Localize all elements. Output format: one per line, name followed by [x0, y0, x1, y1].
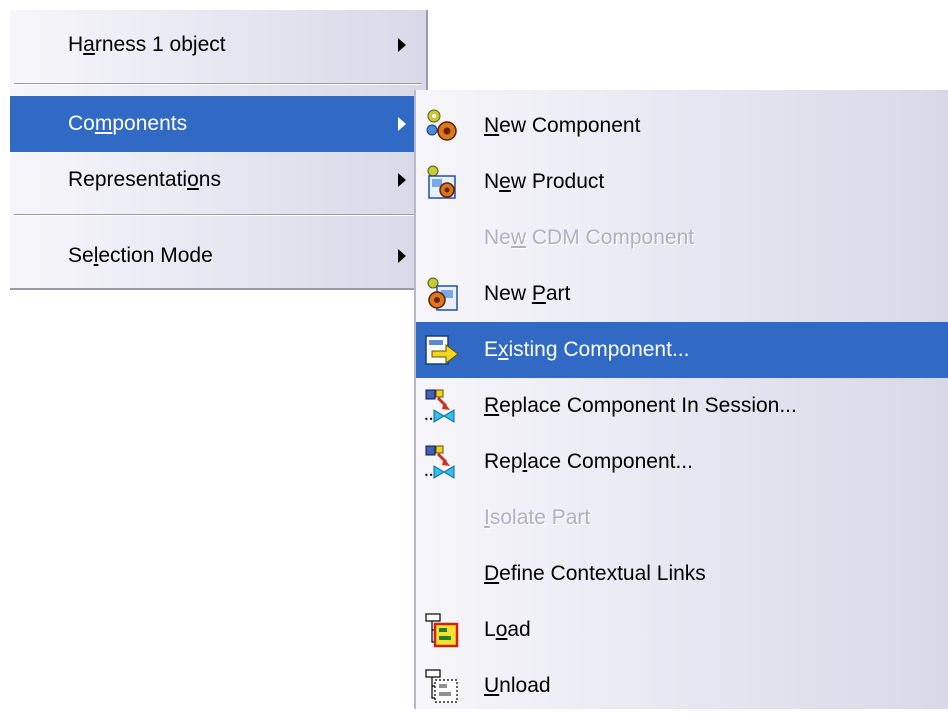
menu-item-label: New Part — [484, 282, 571, 305]
menu-item-label: Components — [68, 112, 188, 135]
submenu-arrow-icon — [398, 173, 406, 187]
new-part-icon — [427, 277, 458, 311]
submenu-arrow-icon — [398, 249, 406, 263]
menu-item-label: Isolate Part — [484, 506, 591, 529]
menu-item-label: New CDM Component — [484, 226, 695, 249]
existing-component-arrow-icon — [425, 335, 459, 365]
submenu-arrow-icon — [398, 38, 406, 52]
menu-item-new-cdm-component: New CDM Component — [416, 210, 948, 266]
menu-item-label: Replace Component In Session... — [484, 394, 797, 417]
menu-item-replace-component[interactable]: •• Replace Component... — [416, 434, 948, 490]
menu-separator — [14, 214, 422, 216]
menu-item-isolate-part: Isolate Part — [416, 490, 948, 546]
menu-item-label: Replace Component... — [484, 450, 693, 473]
menu-item-load[interactable]: Load — [416, 602, 948, 658]
replace-component-in-session-icon: •• — [424, 389, 455, 424]
menu-item-components[interactable]: Components — [10, 96, 426, 152]
menu-item-new-product[interactable]: New Product — [416, 154, 948, 210]
menu-separator — [14, 83, 422, 85]
menu-item-replace-component-in-session[interactable]: •• Replace Component In Session... — [416, 378, 948, 434]
replace-component-icon: •• — [424, 445, 455, 480]
menu-item-label: Define Contextual Links — [484, 562, 706, 585]
menu-item-selection-mode[interactable]: Selection Mode — [10, 228, 426, 284]
new-component-gears-icon — [426, 109, 457, 141]
menu-item-label: New Component — [484, 114, 641, 137]
unload-tree-icon — [425, 669, 458, 703]
menu-item-define-contextual-links[interactable]: Define Contextual Links — [416, 546, 948, 602]
menu-item-label: Harness 1 object — [68, 33, 226, 56]
menu-item-label: Existing Component... — [484, 338, 690, 361]
menu-item-label: Selection Mode — [68, 244, 213, 267]
submenu-arrow-icon — [398, 117, 406, 131]
menu-item-new-part[interactable]: New Part — [416, 266, 948, 322]
menu-item-harness-object[interactable]: Harness 1 object — [10, 17, 426, 73]
menu-item-unload[interactable]: Unload — [416, 658, 948, 714]
svg-text:••: •• — [424, 471, 433, 480]
context-menu: Harness 1 object Components Representati… — [10, 10, 428, 290]
components-submenu: New Component New Product New CDM Compon… — [414, 90, 948, 709]
svg-text:••: •• — [424, 415, 433, 424]
menu-item-label: Representations — [68, 168, 221, 191]
menu-item-label: Unload — [484, 674, 551, 697]
menu-item-label: New Product — [484, 170, 605, 193]
menu-item-new-component[interactable]: New Component — [416, 98, 948, 154]
new-product-icon — [427, 165, 456, 199]
menu-item-existing-component[interactable]: Existing Component... — [416, 322, 948, 378]
menu-item-representations[interactable]: Representations — [10, 152, 426, 208]
menu-item-label: Load — [484, 618, 531, 641]
load-tree-icon — [425, 613, 459, 648]
